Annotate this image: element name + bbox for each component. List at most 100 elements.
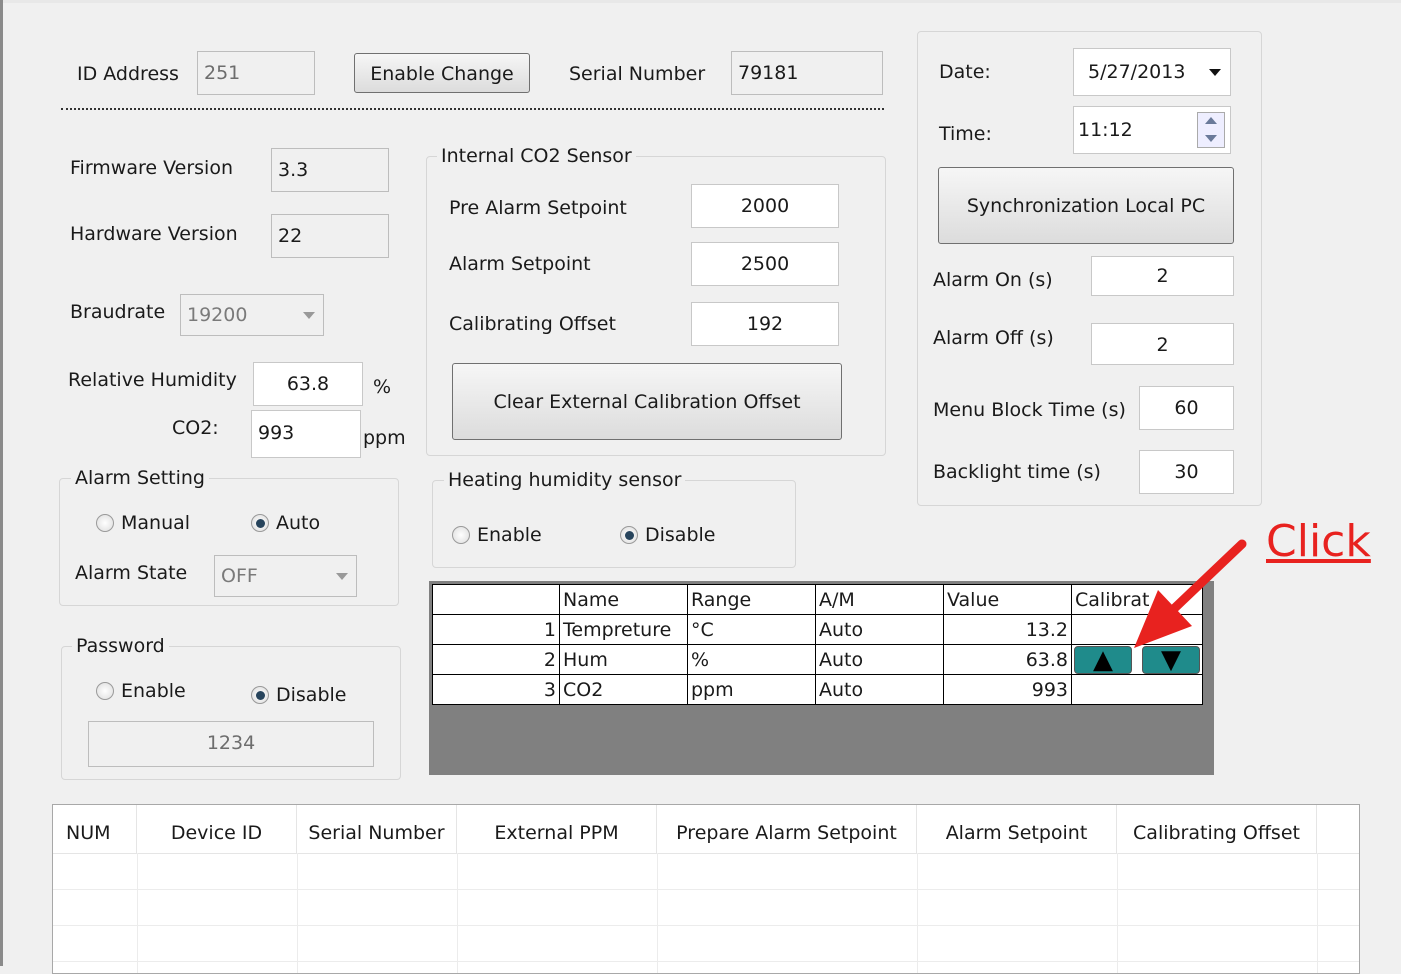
baudrate-select[interactable]: 19200 bbox=[180, 294, 324, 336]
alarm-setpoint-field[interactable]: 2500 bbox=[691, 242, 839, 286]
col-num[interactable]: NUM bbox=[53, 805, 137, 853]
radio-on-icon bbox=[251, 514, 269, 532]
sensor-table: Name Range A/M Value Calibrat 1 Tempretu… bbox=[432, 584, 1204, 705]
col-alarm-setpoint[interactable]: Alarm Setpoint bbox=[917, 805, 1117, 853]
window-left-border bbox=[0, 0, 3, 966]
grid-cell-am[interactable]: Auto bbox=[815, 614, 944, 645]
menu-block-field[interactable]: 60 bbox=[1139, 386, 1234, 430]
grid-cell-name[interactable]: Tempreture bbox=[559, 614, 688, 645]
password-enable-radio[interactable]: Enable bbox=[96, 679, 186, 703]
date-picker[interactable]: 5/27/2013 bbox=[1073, 48, 1231, 96]
grid-cell-range[interactable]: °C bbox=[687, 614, 816, 645]
grid-row-num: 2 bbox=[432, 644, 560, 675]
calibrating-offset-label: Calibrating Offset bbox=[449, 313, 616, 335]
heating-enable-radio[interactable]: Enable bbox=[452, 523, 542, 547]
grid-cell-name[interactable]: Hum bbox=[559, 644, 688, 675]
grid-cell-name[interactable]: CO2 bbox=[559, 674, 688, 705]
separator-line bbox=[61, 108, 884, 110]
alarm-state-select[interactable]: OFF bbox=[214, 555, 357, 597]
co2-field[interactable]: 993 bbox=[251, 410, 361, 458]
id-address-label: ID Address bbox=[77, 63, 179, 85]
list-grid-line bbox=[917, 853, 918, 973]
chevron-down-icon bbox=[1209, 69, 1221, 76]
sync-local-pc-button[interactable]: Synchronization Local PC bbox=[938, 167, 1234, 244]
chevron-down-icon bbox=[303, 312, 315, 319]
grid-cell-value[interactable]: 13.2 bbox=[943, 614, 1072, 645]
col-serial-number[interactable]: Serial Number bbox=[297, 805, 457, 853]
grid-cell-value[interactable]: 993 bbox=[943, 674, 1072, 705]
alarm-setting-title: Alarm Setting bbox=[71, 466, 209, 490]
heating-disable-radio[interactable]: Disable bbox=[620, 523, 715, 547]
grid-row[interactable]: 3 CO2 ppm Auto 993 bbox=[432, 674, 1204, 705]
heating-disable-label: Disable bbox=[645, 524, 716, 546]
auto-radio-label: Auto bbox=[276, 512, 321, 534]
password-enable-label: Enable bbox=[121, 680, 186, 702]
alarm-off-label: Alarm Off (s) bbox=[933, 327, 1054, 349]
alarm-on-field[interactable]: 2 bbox=[1091, 256, 1234, 296]
firmware-label: Firmware Version bbox=[70, 157, 233, 179]
alarm-off-field[interactable]: 2 bbox=[1091, 323, 1234, 365]
alarm-setpoint-label: Alarm Setpoint bbox=[449, 253, 591, 275]
list-item[interactable] bbox=[53, 853, 1359, 890]
col-device-id[interactable]: Device ID bbox=[137, 805, 297, 853]
humidity-field[interactable]: 63.8 bbox=[253, 362, 363, 406]
clear-calibration-button[interactable]: Clear External Calibration Offset bbox=[452, 363, 842, 440]
grid-row[interactable]: 1 Tempreture °C Auto 13.2 bbox=[432, 614, 1204, 645]
arrow-up-icon: ▲ bbox=[1093, 644, 1113, 675]
pre-alarm-field[interactable]: 2000 bbox=[691, 184, 839, 228]
grid-header-range[interactable]: Range bbox=[687, 584, 816, 615]
baudrate-value: 19200 bbox=[187, 304, 248, 326]
device-list[interactable]: NUM Device ID Serial Number External PPM… bbox=[52, 804, 1360, 974]
password-field[interactable]: 1234 bbox=[88, 721, 374, 767]
grid-cell-range[interactable]: ppm bbox=[687, 674, 816, 705]
grid-cell-calibrate[interactable] bbox=[1070, 674, 1204, 705]
alarm-state-value: OFF bbox=[221, 565, 258, 587]
device-list-header: NUM Device ID Serial Number External PPM… bbox=[53, 805, 1359, 854]
alarm-state-label: Alarm State bbox=[75, 562, 188, 584]
col-external-ppm[interactable]: External PPM bbox=[457, 805, 657, 853]
list-item[interactable] bbox=[53, 889, 1359, 926]
spin-down-icon[interactable] bbox=[1205, 135, 1217, 142]
annotation-arrow-icon bbox=[1134, 539, 1247, 648]
grid-cell-am[interactable]: Auto bbox=[815, 644, 944, 675]
radio-on-icon bbox=[620, 526, 638, 544]
grid-cell-range[interactable]: % bbox=[687, 644, 816, 675]
co2-label: CO2: bbox=[172, 417, 219, 439]
backlight-field[interactable]: 30 bbox=[1139, 450, 1234, 494]
menu-block-label: Menu Block Time (s) bbox=[933, 399, 1126, 421]
grid-header-value[interactable]: Value bbox=[943, 584, 1072, 615]
list-grid-line bbox=[657, 853, 658, 973]
humidity-unit: % bbox=[373, 376, 392, 398]
date-value: 5/27/2013 bbox=[1088, 61, 1186, 83]
grid-cell-am[interactable]: Auto bbox=[815, 674, 944, 705]
time-spinner[interactable] bbox=[1197, 112, 1225, 148]
password-disable-radio[interactable]: Disable bbox=[251, 683, 346, 707]
heating-title: Heating humidity sensor bbox=[444, 468, 686, 492]
manual-radio[interactable]: Manual bbox=[96, 511, 190, 535]
col-prepare-alarm-setpoint[interactable]: Prepare Alarm Setpoint bbox=[657, 805, 917, 853]
firmware-field[interactable]: 3.3 bbox=[271, 148, 389, 192]
alarm-on-label: Alarm On (s) bbox=[933, 269, 1053, 291]
time-value: 11:12 bbox=[1078, 119, 1133, 141]
col-calibrating-offset[interactable]: Calibrating Offset bbox=[1117, 805, 1317, 853]
serial-number-label: Serial Number bbox=[569, 63, 706, 85]
password-title: Password bbox=[72, 634, 169, 658]
heating-enable-label: Enable bbox=[477, 524, 542, 546]
enable-change-button[interactable]: Enable Change bbox=[354, 53, 530, 93]
id-address-field[interactable]: 251 bbox=[197, 51, 315, 95]
auto-radio[interactable]: Auto bbox=[251, 511, 320, 535]
serial-number-field[interactable]: 79181 bbox=[731, 51, 883, 95]
hardware-field[interactable]: 22 bbox=[271, 214, 389, 258]
spin-up-icon[interactable] bbox=[1205, 117, 1217, 124]
grid-cell-value[interactable]: 63.8 bbox=[943, 644, 1072, 675]
grid-row[interactable]: 2 Hum % Auto 63.8 ▲ ▼ bbox=[432, 644, 1204, 675]
grid-header-name[interactable]: Name bbox=[559, 584, 688, 615]
radio-off-icon bbox=[96, 682, 114, 700]
date-label: Date: bbox=[939, 61, 991, 83]
grid-row-num: 3 bbox=[432, 674, 560, 705]
list-item[interactable] bbox=[53, 925, 1359, 962]
time-picker[interactable]: 11:12 bbox=[1073, 106, 1231, 154]
calibrating-offset-field[interactable]: 192 bbox=[691, 302, 839, 346]
radio-on-icon bbox=[251, 686, 269, 704]
grid-header-am[interactable]: A/M bbox=[815, 584, 944, 615]
